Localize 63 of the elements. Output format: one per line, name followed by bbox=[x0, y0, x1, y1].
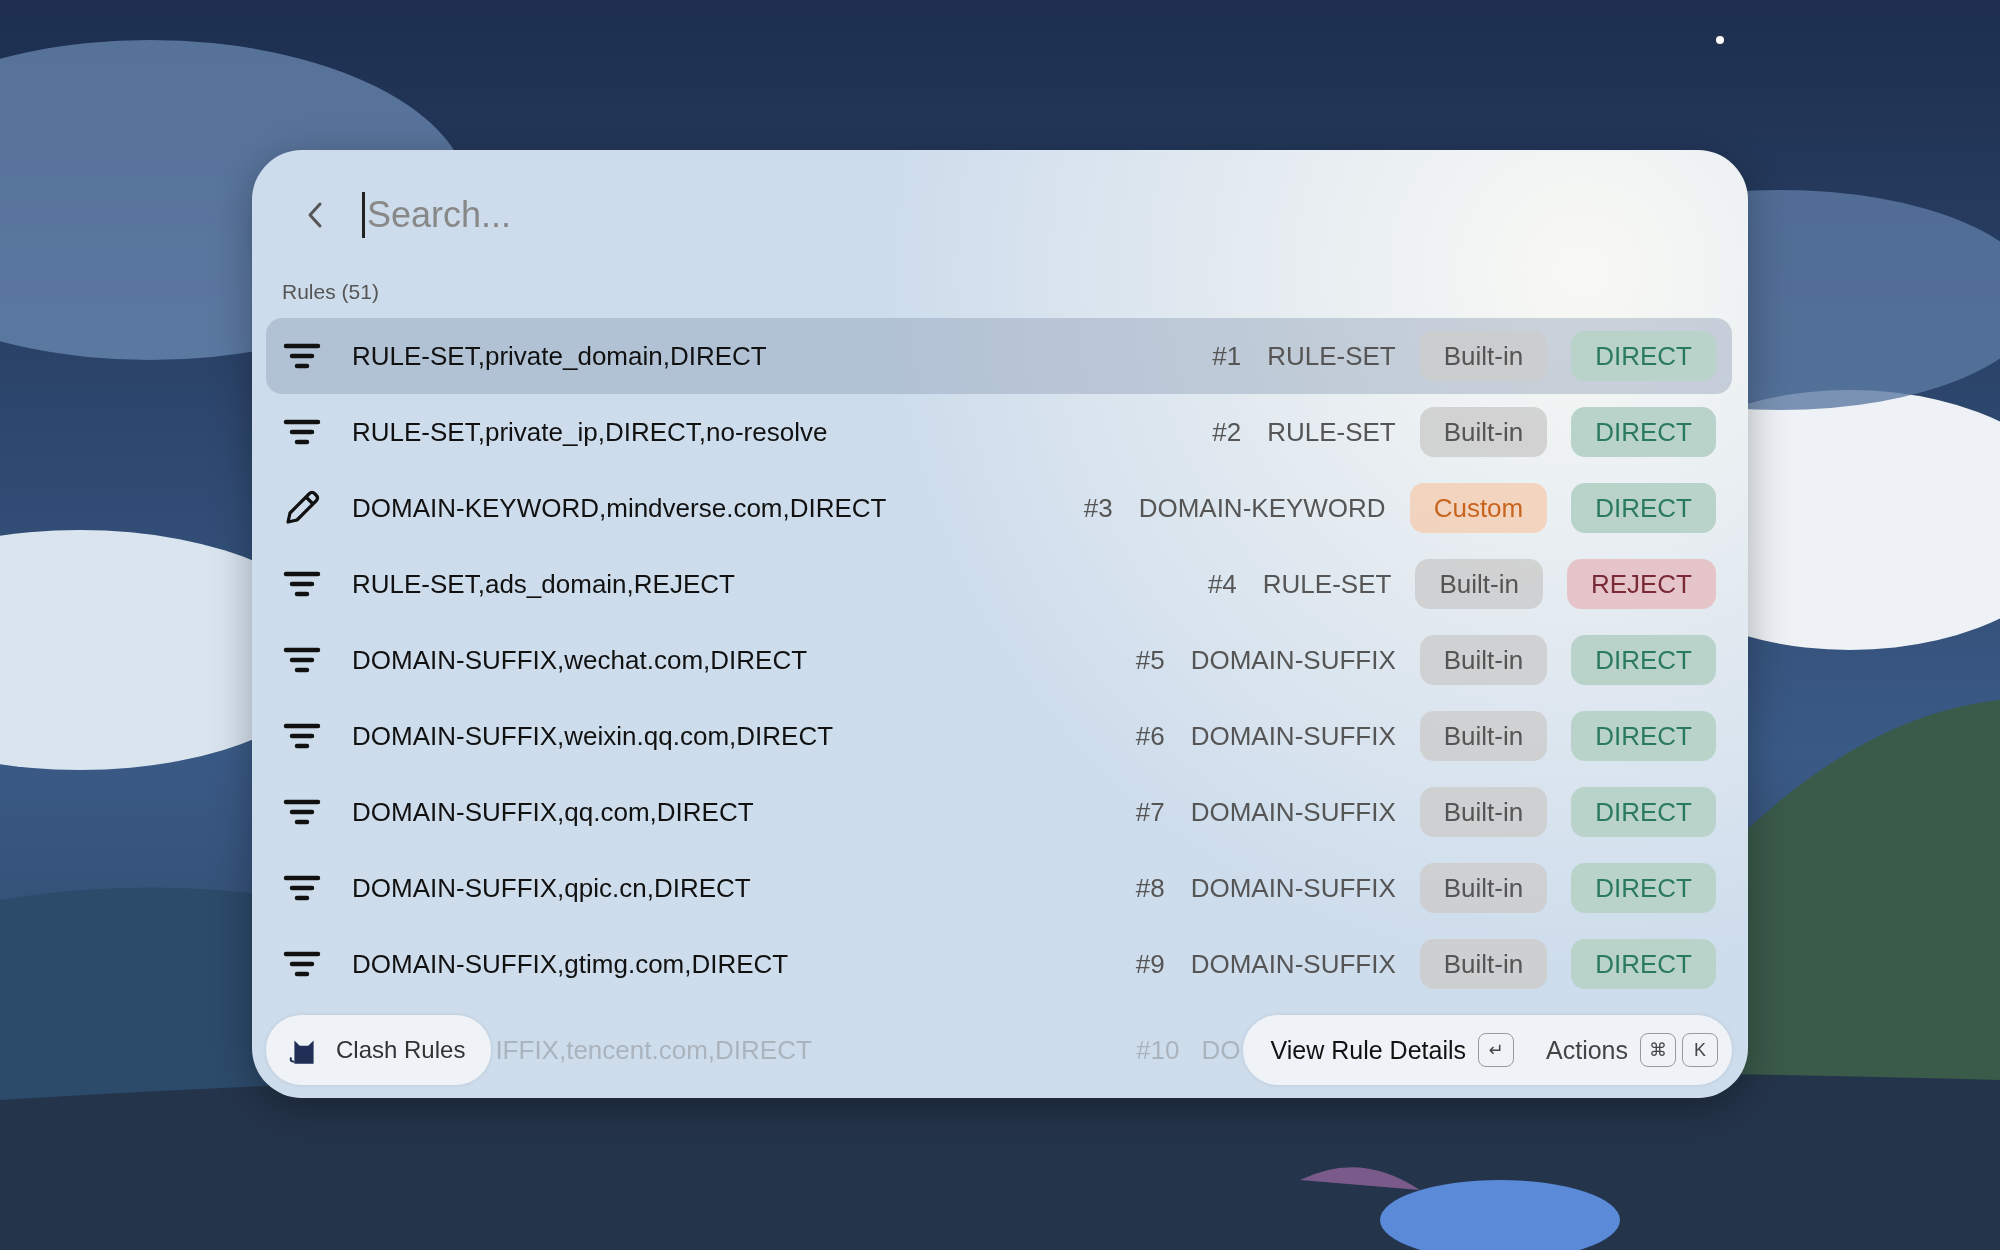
policy-tag: DIRECT bbox=[1571, 635, 1716, 685]
rule-row[interactable]: RULE-SET,private_ip,DIRECT,no-resolve #2 RULE-SET Built-in DIRECT bbox=[266, 394, 1732, 470]
rule-row[interactable]: DOMAIN-SUFFIX,qq.com,DIRECT #7 DOMAIN-SUFFIX Built-in DIRECT bbox=[266, 774, 1732, 850]
policy-tag: DIRECT bbox=[1571, 483, 1716, 533]
key-hint: ⌘ bbox=[1640, 1033, 1676, 1067]
source-tag: Built-in bbox=[1419, 407, 1548, 457]
policy-tag: REJECT bbox=[1566, 559, 1716, 609]
rule-text: DOMAIN-SUFFIX,qq.com,DIRECT bbox=[352, 796, 754, 828]
rule-number: #6 bbox=[1135, 720, 1165, 752]
source-tag: Built-in bbox=[1415, 559, 1543, 609]
rule-row[interactable]: DOMAIN-SUFFIX,wechat.com,DIRECT #5 DOMAIN-SUFFIX Built-in DIRECT bbox=[266, 622, 1732, 698]
rule-text: DOMAIN-SUFFIX,qpic.cn,DIRECT bbox=[352, 872, 751, 904]
rule-type: DOMAIN-SUFFIX bbox=[1190, 872, 1396, 904]
rule-text: DOMAIN-SUFFIX,weixin.qq.com,DIRECT bbox=[352, 720, 834, 752]
section-title: Rules (51) bbox=[281, 280, 380, 305]
policy-tag: DIRECT bbox=[1571, 787, 1716, 837]
source-tag: Built-in bbox=[1419, 939, 1548, 989]
rule-row[interactable]: DOMAIN-KEYWORD,mindverse.com,DIRECT #3 DOMAIN-KEYWORD Custom DIRECT bbox=[266, 470, 1732, 546]
rule-number: #1 bbox=[1212, 340, 1242, 372]
rule-number: #2 bbox=[1212, 416, 1242, 448]
view-details-action[interactable]: View Rule Details bbox=[1270, 1035, 1466, 1065]
rule-type: DOMAIN-SUFFIX bbox=[1190, 796, 1396, 828]
rule-number: #3 bbox=[1083, 492, 1113, 524]
actions-menu[interactable]: Actions bbox=[1546, 1035, 1628, 1065]
rule-text: DOMAIN-SUFFIX,gtimg.com,DIRECT bbox=[352, 948, 789, 980]
rule-row[interactable]: DOMAIN-SUFFIX,gtimg.com,DIRECT #9 DOMAIN-SUFFIX Built-in DIRECT bbox=[266, 926, 1732, 1002]
rule-text: RULE-SET,private_domain,DIRECT bbox=[352, 340, 767, 372]
policy-tag: DIRECT bbox=[1571, 407, 1716, 457]
source-tag: Built-in bbox=[1419, 711, 1548, 761]
source-tag: Built-in bbox=[1419, 635, 1548, 685]
rule-number: #5 bbox=[1135, 644, 1165, 676]
rule-number: #9 bbox=[1135, 948, 1165, 980]
key-hint: K bbox=[1682, 1033, 1718, 1067]
source-tag: Built-in bbox=[1419, 863, 1548, 913]
rule-text: RULE-SET,ads_domain,REJECT bbox=[352, 568, 735, 600]
rule-number: #8 bbox=[1135, 872, 1165, 904]
rule-number: #7 bbox=[1135, 796, 1165, 828]
rule-number: #4 bbox=[1207, 568, 1237, 600]
rule-type: RULE-SET bbox=[1267, 340, 1396, 372]
policy-tag: DIRECT bbox=[1571, 711, 1716, 761]
policy-tag: DIRECT bbox=[1571, 939, 1716, 989]
rule-text: DOMAIN-SUFFIX,wechat.com,DIRECT bbox=[352, 644, 808, 676]
rule-type: DOMAIN-SUFFIX bbox=[1190, 720, 1396, 752]
app-pill[interactable]: Clash Rules bbox=[266, 1015, 492, 1085]
app-name: Clash Rules bbox=[336, 1036, 466, 1064]
rule-type: DOMAIN-SUFFIX bbox=[1190, 948, 1396, 980]
policy-tag: DIRECT bbox=[1571, 863, 1716, 913]
rule-text: DOMAIN-KEYWORD,mindverse.com,DIRECT bbox=[352, 492, 887, 524]
key-hint: ↵ bbox=[1478, 1033, 1514, 1067]
rule-row[interactable]: DOMAIN-SUFFIX,weixin.qq.com,DIRECT #6 DOMAIN-SUFFIX Built-in DIRECT bbox=[266, 698, 1732, 774]
rule-row[interactable]: RULE-SET,private_domain,DIRECT #1 RULE-SET Built-in DIRECT bbox=[266, 318, 1732, 394]
rule-type: DOMAIN-KEYWORD bbox=[1138, 492, 1386, 524]
source-tag: Built-in bbox=[1419, 787, 1548, 837]
rule-row[interactable]: DOMAIN-SUFFIX,qpic.cn,DIRECT #8 DOMAIN-SUFFIX Built-in DIRECT bbox=[266, 850, 1732, 926]
rule-row[interactable]: RULE-SET,ads_domain,REJECT #4 RULE-SET Built-in REJECT bbox=[266, 546, 1732, 622]
source-tag: Built-in bbox=[1419, 331, 1548, 381]
rule-type: RULE-SET bbox=[1262, 568, 1392, 600]
rule-text: RULE-SET,private_ip,DIRECT,no-resolve bbox=[352, 416, 828, 448]
rule-type: RULE-SET bbox=[1267, 416, 1396, 448]
search-field[interactable]: Search... bbox=[362, 192, 1569, 238]
source-tag: Custom bbox=[1409, 483, 1548, 533]
policy-tag: DIRECT bbox=[1571, 331, 1716, 381]
rule-type: DOMAIN-SUFFIX bbox=[1190, 644, 1396, 676]
